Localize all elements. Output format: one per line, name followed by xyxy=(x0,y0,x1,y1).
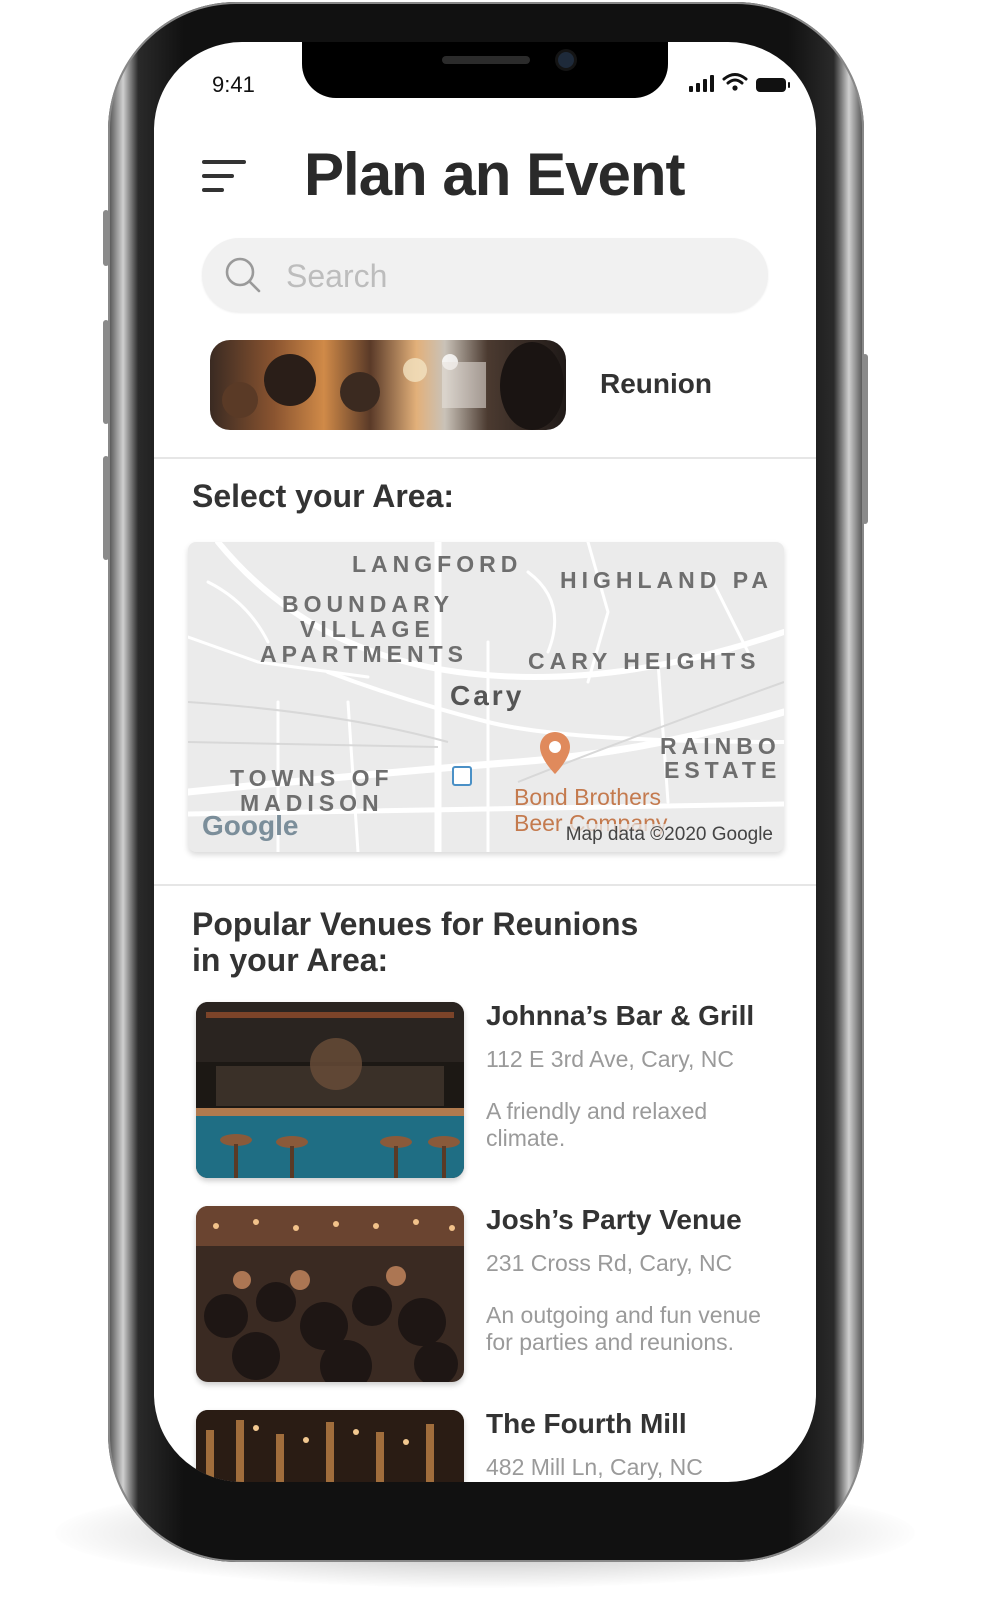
transit-station-icon xyxy=(452,766,472,786)
map-label: TOWNS OF xyxy=(230,765,394,791)
event-type-label[interactable]: Reunion xyxy=(600,368,712,400)
venue-address: 231 Cross Rd, Cary, NC xyxy=(486,1250,733,1276)
status-time: 9:41 xyxy=(212,72,255,97)
venue-image[interactable] xyxy=(196,1410,464,1482)
battery-icon xyxy=(756,78,790,92)
venue-name[interactable]: Josh’s Party Venue xyxy=(486,1204,742,1236)
venue-description: An outgoing and fun venue for parties an… xyxy=(486,1302,761,1355)
map-label: BOUNDARY xyxy=(282,591,455,617)
map-attribution: Map data ©2020 Google xyxy=(562,824,776,846)
notch xyxy=(302,42,668,98)
cellular-signal-icon xyxy=(689,74,714,92)
venues-section-title: Popular Venues for Reunions in your Area… xyxy=(192,906,638,978)
divider xyxy=(154,457,816,459)
venues-title-line-2: in your Area: xyxy=(192,942,389,978)
map-label: ESTATE xyxy=(664,757,782,783)
google-logo: Google xyxy=(202,810,299,841)
wifi-icon xyxy=(722,73,748,91)
venue-description: A friendly and relaxed climate. xyxy=(486,1098,708,1151)
venue-image[interactable] xyxy=(196,1206,464,1382)
status-icons xyxy=(689,72,790,92)
map-label: VILLAGE xyxy=(300,616,435,642)
map-label: CARY HEIGHTS xyxy=(528,648,761,674)
area-section-title: Select your Area: xyxy=(192,478,455,514)
venue-address: 112 E 3rd Ave, Cary, NC xyxy=(486,1046,735,1072)
page-title: Plan an Event xyxy=(304,141,685,208)
event-type-image[interactable] xyxy=(210,340,566,430)
volume-up-button xyxy=(103,320,109,424)
phone-screen: 9:41 Plan an Event Search Reunion Select… xyxy=(154,42,816,1482)
front-camera xyxy=(558,52,574,68)
search-icon xyxy=(225,257,261,293)
mute-switch xyxy=(103,210,109,266)
map-label: HIGHLAND PA xyxy=(560,567,774,593)
speaker-grille xyxy=(442,56,530,64)
search-bar[interactable] xyxy=(202,238,768,314)
hamburger-menu-icon[interactable] xyxy=(202,160,246,194)
venue-name[interactable]: The Fourth Mill xyxy=(486,1408,687,1440)
search-input[interactable] xyxy=(284,238,748,314)
map-label: APARTMENTS xyxy=(260,641,469,667)
map-city-label: Cary xyxy=(450,680,525,711)
map-label: LANGFORD xyxy=(352,551,523,577)
venues-title-line-1: Popular Venues for Reunions xyxy=(192,906,639,942)
area-map[interactable]: LANGFORD HIGHLAND PA BOUNDARY VILLAGE AP… xyxy=(188,542,784,852)
location-pin-icon[interactable] xyxy=(538,730,572,776)
divider xyxy=(154,884,816,886)
venue-image[interactable] xyxy=(196,1002,464,1178)
venue-address: 482 Mill Ln, Cary, NC xyxy=(486,1454,703,1480)
map-poi-label: Bond Brothers xyxy=(514,784,662,810)
map-label: RAINBO xyxy=(660,733,781,759)
power-button xyxy=(862,354,868,524)
volume-down-button xyxy=(103,456,109,560)
venue-name[interactable]: Johnna’s Bar & Grill xyxy=(486,1000,754,1032)
